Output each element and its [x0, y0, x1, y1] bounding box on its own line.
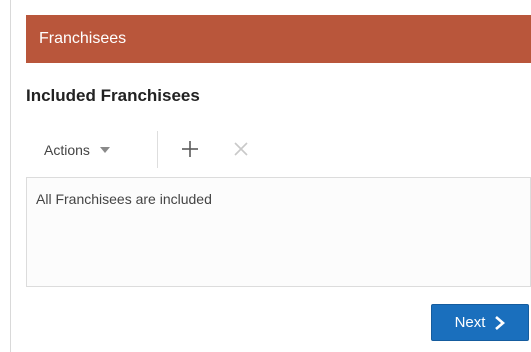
section-title: Included Franchisees: [26, 86, 200, 105]
included-franchisees-list: All Franchisees are included: [26, 177, 531, 287]
left-divider: [10, 0, 11, 352]
add-button[interactable]: [179, 138, 201, 160]
panel-title: Franchisees: [39, 30, 127, 47]
actions-label: Actions: [44, 142, 90, 158]
panel-header: Franchisees: [26, 15, 531, 63]
remove-button[interactable]: [230, 138, 252, 160]
plus-icon: [182, 141, 198, 157]
toolbar: Actions: [26, 130, 531, 170]
chevron-right-icon: [495, 315, 506, 330]
close-icon: [234, 142, 248, 156]
empty-message: All Franchisees are included: [36, 191, 212, 207]
toolbar-divider: [157, 131, 158, 168]
next-label: Next: [454, 314, 486, 331]
caret-down-icon: [99, 147, 110, 153]
next-button[interactable]: Next: [431, 304, 529, 341]
actions-menu-button[interactable]: Actions: [44, 142, 110, 158]
franchisees-page: Franchisees Included Franchisees Actions…: [0, 0, 531, 352]
